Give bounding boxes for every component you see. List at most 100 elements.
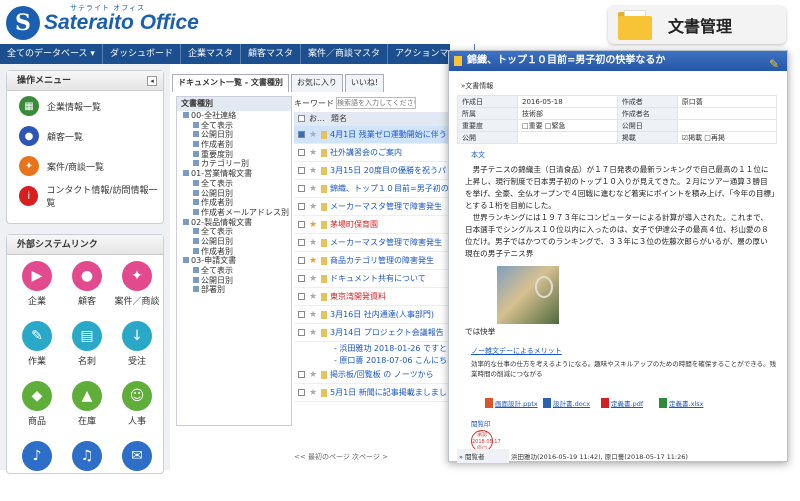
tab-favorites[interactable]: お気に入り	[290, 74, 343, 92]
tree-node[interactable]: 全て表示	[177, 179, 291, 189]
nav-company[interactable]: 企業マスタ	[181, 44, 241, 64]
ext-more-3[interactable]: ✉	[112, 441, 162, 501]
row-checkbox[interactable]	[298, 131, 305, 138]
list-row[interactable]: ★ 東京湾開発資料	[294, 288, 450, 306]
nav-dashboard[interactable]: ダッシュボード	[103, 44, 181, 64]
menu-contact-list[interactable]: i コンタクト情報/訪問情報一覧	[7, 181, 163, 211]
row-checkbox[interactable]	[298, 185, 305, 192]
ext-more-1[interactable]: ♪	[12, 441, 62, 501]
list-row[interactable]: ★ ドキュメント共有について	[294, 270, 450, 288]
ext-card[interactable]: ▤ 名刺	[62, 321, 112, 381]
star-icon[interactable]: ★	[309, 238, 321, 248]
logo[interactable]: S サテライト オフィス Sateraito Office	[6, 4, 199, 40]
star-icon[interactable]: ★	[309, 130, 321, 140]
tree-node[interactable]: 全て表示	[177, 121, 291, 131]
nav-customer[interactable]: 顧客マスタ	[241, 44, 301, 64]
list-row[interactable]: ★ メーカーマスタ管理で障害発生	[294, 234, 450, 252]
row-title[interactable]: メーカーマスタ管理で障害発生	[330, 201, 442, 212]
ext-customer[interactable]: ● 顧客	[62, 261, 112, 321]
attachment-xlsx[interactable]: 定義書.xlsx	[659, 398, 717, 408]
row-checkbox[interactable]	[298, 329, 305, 336]
ext-more-2[interactable]: ♫	[62, 441, 112, 501]
list-row[interactable]: - 原口薔 2018-07-06 こんにちは	[294, 354, 450, 366]
star-icon[interactable]: ★	[309, 202, 321, 212]
tree-node[interactable]: 作成者別	[177, 140, 291, 150]
tree-node[interactable]: 全て表示	[177, 227, 291, 237]
tab-doc-list[interactable]: ドキュメント一覧 - 文書種別	[172, 74, 289, 92]
menu-customer-list[interactable]: ● 顧客一覧	[7, 121, 163, 151]
row-title[interactable]: 5月1日 新聞に記事掲載ましまし	[330, 387, 447, 398]
list-row[interactable]: ★ 3月16日 社内通達(人事部門)	[294, 306, 450, 324]
list-row[interactable]: ★ メーカーマスタ管理で障害発生	[294, 198, 450, 216]
collapse-icon[interactable]: ◂	[147, 76, 157, 86]
row-checkbox[interactable]	[298, 257, 305, 264]
attachment-pptx[interactable]: 画面設計.pptx	[485, 398, 543, 408]
ext-work[interactable]: ✎ 作業	[12, 321, 62, 381]
star-icon[interactable]: ★	[309, 274, 321, 284]
list-row[interactable]: ★ 3月15日 20度目の優勝を祝うパ	[294, 162, 450, 180]
row-checkbox[interactable]	[298, 167, 305, 174]
tree-node[interactable]: 公開日別	[177, 237, 291, 247]
star-icon[interactable]: ★	[309, 388, 321, 398]
row-checkbox[interactable]	[298, 293, 305, 300]
tab-likes[interactable]: いいね!	[344, 74, 385, 92]
tree-node[interactable]: 01-営業情報文書	[177, 169, 291, 179]
row-title[interactable]: 錦織、トップ１０目前=男子初の	[330, 183, 449, 194]
list-row[interactable]: ★ 3月14日 プロジェクト会議報告	[294, 324, 450, 342]
row-checkbox[interactable]	[298, 221, 305, 228]
star-icon[interactable]: ★	[309, 220, 321, 230]
list-row[interactable]: ★ 錦織、トップ１０目前=男子初の	[294, 180, 450, 198]
row-title[interactable]: 社外講習会のご案内	[330, 147, 402, 158]
list-row[interactable]: ★ 商品カテゴリ管理の障害発生	[294, 252, 450, 270]
star-icon[interactable]: ★	[309, 310, 321, 320]
info-section[interactable]: »文書情報	[461, 81, 781, 91]
row-checkbox[interactable]	[298, 239, 305, 246]
tree-node[interactable]: カテゴリー別	[177, 159, 291, 169]
merit-link[interactable]: ノー雑文デーによるメリット	[471, 346, 781, 356]
attachment-pdf[interactable]: 定義書.pdf	[601, 398, 659, 408]
star-icon[interactable]: ★	[309, 292, 321, 302]
attachment-docx[interactable]: 設計書.docx	[543, 398, 601, 408]
ext-product[interactable]: ◆ 商品	[12, 381, 62, 441]
tree-node[interactable]: 作成者別	[177, 247, 291, 257]
star-icon[interactable]: ★	[309, 256, 321, 266]
row-title[interactable]: 東京湾開発資料	[330, 291, 386, 302]
list-row[interactable]: ★ 社外講習会のご案内	[294, 144, 450, 162]
row-checkbox[interactable]	[298, 203, 305, 210]
star-icon[interactable]: ★	[309, 148, 321, 158]
tree-node[interactable]: 作成者メールアドレス別	[177, 208, 291, 218]
row-title[interactable]: ドキュメント共有について	[330, 273, 426, 284]
ext-order[interactable]: ↓ 受注	[112, 321, 162, 381]
select-all-checkbox[interactable]	[298, 115, 305, 122]
row-title[interactable]: 商品カテゴリ管理の障害発生	[330, 255, 434, 266]
tree-node[interactable]: 03-申請文書	[177, 256, 291, 266]
list-row[interactable]: ★ 掲示板/回覧板 の ノーツから	[294, 366, 450, 384]
ext-stock[interactable]: ▲ 在庫	[62, 381, 112, 441]
list-row[interactable]: ★ 4月1日 残業ゼロ運動開始に伴う	[294, 126, 450, 144]
star-icon[interactable]: ★	[309, 184, 321, 194]
ext-deal[interactable]: ✦ 案件／商談	[112, 261, 162, 321]
row-checkbox[interactable]	[298, 275, 305, 282]
search-input[interactable]	[336, 97, 416, 109]
star-icon[interactable]: ★	[309, 166, 321, 176]
nav-all-db[interactable]: 全てのデータベース ▾	[0, 44, 103, 64]
row-checkbox[interactable]	[298, 311, 305, 318]
tree-node[interactable]: 部署別	[177, 285, 291, 295]
ext-hr[interactable]: ☺ 人事	[112, 381, 162, 441]
ext-company[interactable]: ▶ 企業	[12, 261, 62, 321]
row-title[interactable]: 3月15日 20度目の優勝を祝うパ	[330, 165, 446, 176]
list-row[interactable]: ★ 茅場町保育園	[294, 216, 450, 234]
row-checkbox[interactable]	[298, 389, 305, 396]
row-title[interactable]: メーカーマスタ管理で障害発生	[330, 237, 442, 248]
row-checkbox[interactable]	[298, 371, 305, 378]
tree-node[interactable]: 公開日別	[177, 130, 291, 140]
menu-deal-list[interactable]: ✦ 案件/商談一覧	[7, 151, 163, 181]
tree-node[interactable]: 公開日別	[177, 189, 291, 199]
list-row[interactable]: - 浜田雅功 2018-01-26 ですと	[294, 342, 450, 354]
row-title[interactable]: - 原口薔 2018-07-06 こんにちは	[334, 355, 450, 366]
row-title[interactable]: 3月16日 社内通達(人事部門)	[330, 309, 434, 320]
nav-deal[interactable]: 案件／商談マスタ	[301, 44, 388, 64]
tree-node[interactable]: 重要度別	[177, 150, 291, 160]
tree-node[interactable]: 00-全社連絡	[177, 111, 291, 121]
tree-node[interactable]: 全て表示	[177, 266, 291, 276]
